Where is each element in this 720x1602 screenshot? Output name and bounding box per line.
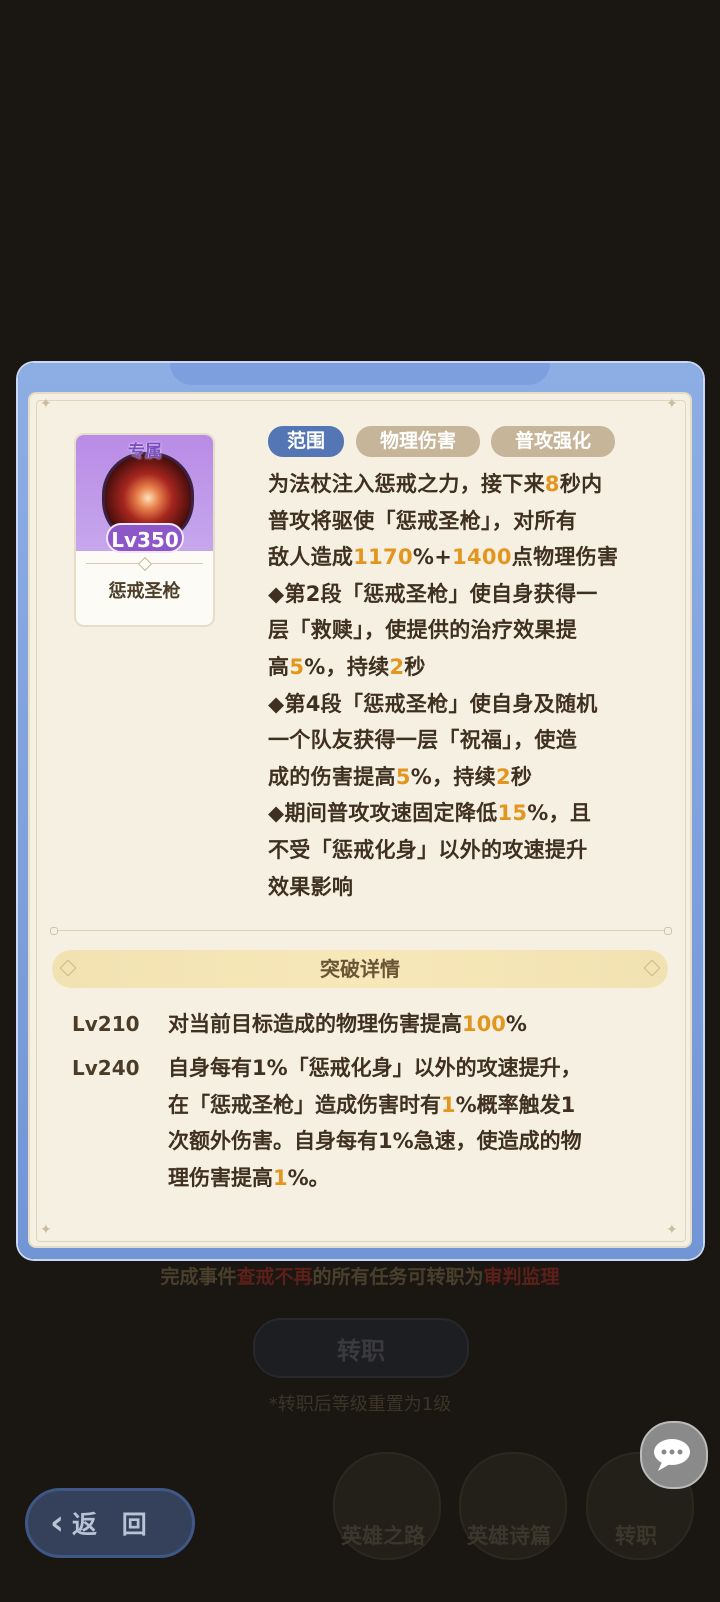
tag-physical-damage: 物理伤害 (356, 426, 480, 457)
highlight-number: 2 (495, 764, 511, 789)
text-line: 效果影响 (268, 869, 663, 906)
highlight-number: 5 (395, 764, 411, 789)
nav-job-change-label: 转职 (615, 1524, 657, 1548)
highlight-number: 100 (462, 1012, 506, 1036)
highlight-number: 8 (544, 472, 560, 496)
skill-name: 惩戒圣枪 (108, 581, 181, 602)
text-segment: %，且 (527, 801, 592, 826)
section-divider (52, 930, 668, 931)
text-segment: ◆期间普攻攻速固定降低 (268, 801, 498, 826)
text-segment: 一个队友获得一层「祝福」，使造 (268, 728, 577, 753)
tag-attack-enhance: 普攻强化 (491, 426, 615, 457)
dialog-top-tab (170, 363, 550, 385)
highlight-number: 2 (389, 654, 405, 679)
skill-description: 为法杖注入惩戒之力，接下来8秒内 普攻将驱使「惩戒圣枪」，对所有 敌人造成1170%… (268, 466, 663, 905)
text-line: 一个队友获得一层「祝福」，使造 (268, 722, 663, 759)
skill-card: 专属 Lv350 惩戒圣枪 (74, 433, 215, 627)
exclusive-badge: 专属 (128, 442, 162, 462)
text-line: 在「惩戒圣枪」造成伤害时有1%概率触发1 (168, 1087, 658, 1124)
text-line: 不受「惩戒化身」以外的攻速提升 (268, 832, 663, 869)
text-line: ◆第2段「惩戒圣枪」使自身获得一 (268, 576, 663, 613)
corner-ornament-icon: ✦ (666, 1222, 678, 1238)
text-segment: ◆第2段「惩戒圣枪」使自身获得一 (268, 581, 598, 606)
breakthrough-text: 对当前目标造成的物理伤害提高100% (168, 1006, 658, 1043)
chat-bubble-icon (654, 1439, 690, 1471)
highlight-number: 1 (273, 1165, 288, 1190)
text-segment: 次额外伤害。自身每有1%急速，使造成的物 (168, 1129, 582, 1154)
corner-ornament-icon: ✦ (40, 1222, 52, 1238)
highlight-number: 1170 (353, 545, 413, 570)
text-segment: 自身每有1%「惩戒化身」以外的攻速提升， (168, 1056, 582, 1080)
text-segment: 点物理伤害 (511, 545, 619, 570)
job-change-button[interactable]: 转职 (253, 1318, 469, 1378)
corner-ornament-icon: ✦ (40, 396, 52, 412)
text-segment: 效果影响 (268, 874, 354, 899)
breakthrough-level: Lv210 (72, 1012, 140, 1036)
text-line: ◆第4段「惩戒圣枪」使自身及随机 (268, 686, 663, 723)
text-line: ◆期间普攻攻速固定降低15%，且 (268, 795, 663, 832)
text-segment: 秒 (510, 764, 533, 789)
corner-ornament-icon: ✦ (666, 396, 678, 412)
back-button[interactable]: ‹ 返 回 (25, 1488, 195, 1558)
text-segment: %，持续 (304, 654, 390, 679)
job-change-note: *转职后等级重置为1级 (268, 1394, 452, 1415)
text-line: 层「救赎」，使提供的治疗效果提 (268, 612, 663, 649)
text-segment: % (505, 1012, 527, 1036)
text-line: 理伤害提高1%。 (168, 1160, 658, 1197)
chat-button[interactable] (640, 1421, 708, 1489)
text-line: 普攻将驱使「惩戒圣枪」，对所有 (268, 503, 663, 540)
text-line: 对当前目标造成的物理伤害提高100% (168, 1006, 658, 1043)
back-arrow-icon: ‹ (50, 1503, 65, 1543)
skill-level-badge: Lv350 (106, 523, 184, 553)
text-segment: 成的伤害提高 (268, 764, 396, 789)
text-segment: %概率触发1 (455, 1092, 576, 1117)
nav-hero-epic-label: 英雄诗篇 (467, 1524, 551, 1548)
text-segment: 对当前目标造成的物理伤害提高 (168, 1012, 462, 1036)
text-segment: 在「惩戒圣枪」造成伤害时有 (168, 1092, 441, 1117)
highlight-number: 1 (441, 1092, 456, 1117)
text-line: 高5%，持续2秒 (268, 649, 663, 686)
job-change-description: 完成事件查戒不再的所有任务可转职为审判监理 (160, 1266, 560, 1288)
text-segment: 不受「惩戒化身」以外的攻速提升 (268, 837, 588, 862)
text-segment: 普攻将驱使「惩戒圣枪」，对所有 (268, 508, 577, 533)
text-segment: %+ (412, 545, 453, 570)
breakthrough-header: 突破详情 (52, 950, 668, 988)
nav-hero-road-label: 英雄之路 (341, 1524, 425, 1548)
text-segment: %，持续 (410, 764, 496, 789)
highlight-number: 5 (289, 654, 305, 679)
text-line: 自身每有1%「惩戒化身」以外的攻速提升， (168, 1050, 658, 1087)
text-segment: 层「救赎」，使提供的治疗效果提 (268, 618, 577, 643)
text-line: 成的伤害提高5%，持续2秒 (268, 759, 663, 796)
tag-range: 范围 (268, 426, 344, 457)
text-segment: 秒内 (559, 472, 603, 496)
text-segment: 高 (268, 654, 290, 679)
breakthrough-text: 自身每有1%「惩戒化身」以外的攻速提升， 在「惩戒圣枪」造成伤害时有1%概率触发1… (168, 1050, 658, 1196)
highlight-number: 1400 (452, 545, 512, 570)
text-segment: 为法杖注入惩戒之力，接下来 (268, 472, 545, 496)
highlight-number: 15 (497, 801, 528, 826)
text-segment: 秒 (404, 654, 426, 679)
text-segment: 敌人造成 (268, 545, 354, 570)
text-segment: %。 (287, 1165, 330, 1190)
text-line: 次额外伤害。自身每有1%急速，使造成的物 (168, 1123, 658, 1160)
text-line: 为法杖注入惩戒之力，接下来8秒内 (268, 466, 663, 503)
breakthrough-level: Lv240 (72, 1056, 140, 1080)
text-segment: ◆第4段「惩戒圣枪」使自身及随机 (268, 691, 598, 716)
text-segment: 理伤害提高 (168, 1165, 273, 1190)
text-line: 敌人造成1170%+1400点物理伤害 (268, 539, 663, 576)
